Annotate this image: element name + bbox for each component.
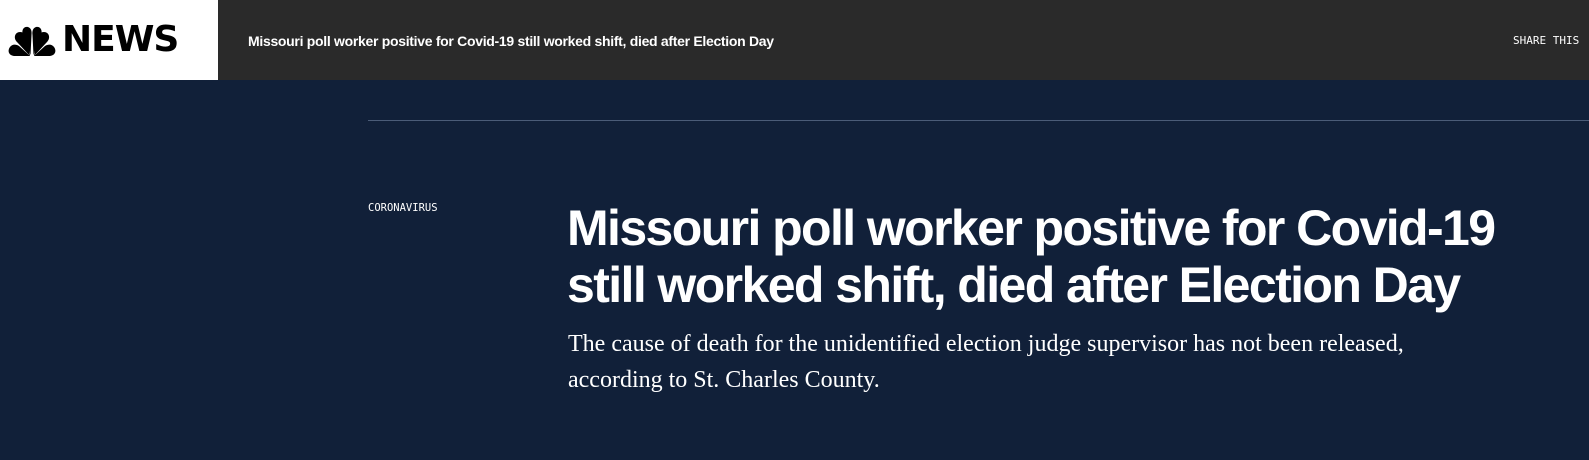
category-label[interactable]: CORONAVIRUS [368,201,438,215]
logo-wordmark: NEWS [62,19,179,60]
peacock-icon [8,26,56,56]
share-button[interactable]: SHARE THIS [1513,33,1579,49]
article-dek: The cause of death for the unidentified … [568,331,1404,393]
nbc-news-logo-link[interactable]: NEWS [0,0,218,80]
sticky-article-title: Missouri poll worker positive for Covid-… [248,33,774,49]
article-headline: Missouri poll worker positive for Covid-… [567,200,1496,313]
top-navigation-bar: NEWS Missouri poll worker positive for C… [0,0,1589,80]
divider-line [368,120,1589,121]
